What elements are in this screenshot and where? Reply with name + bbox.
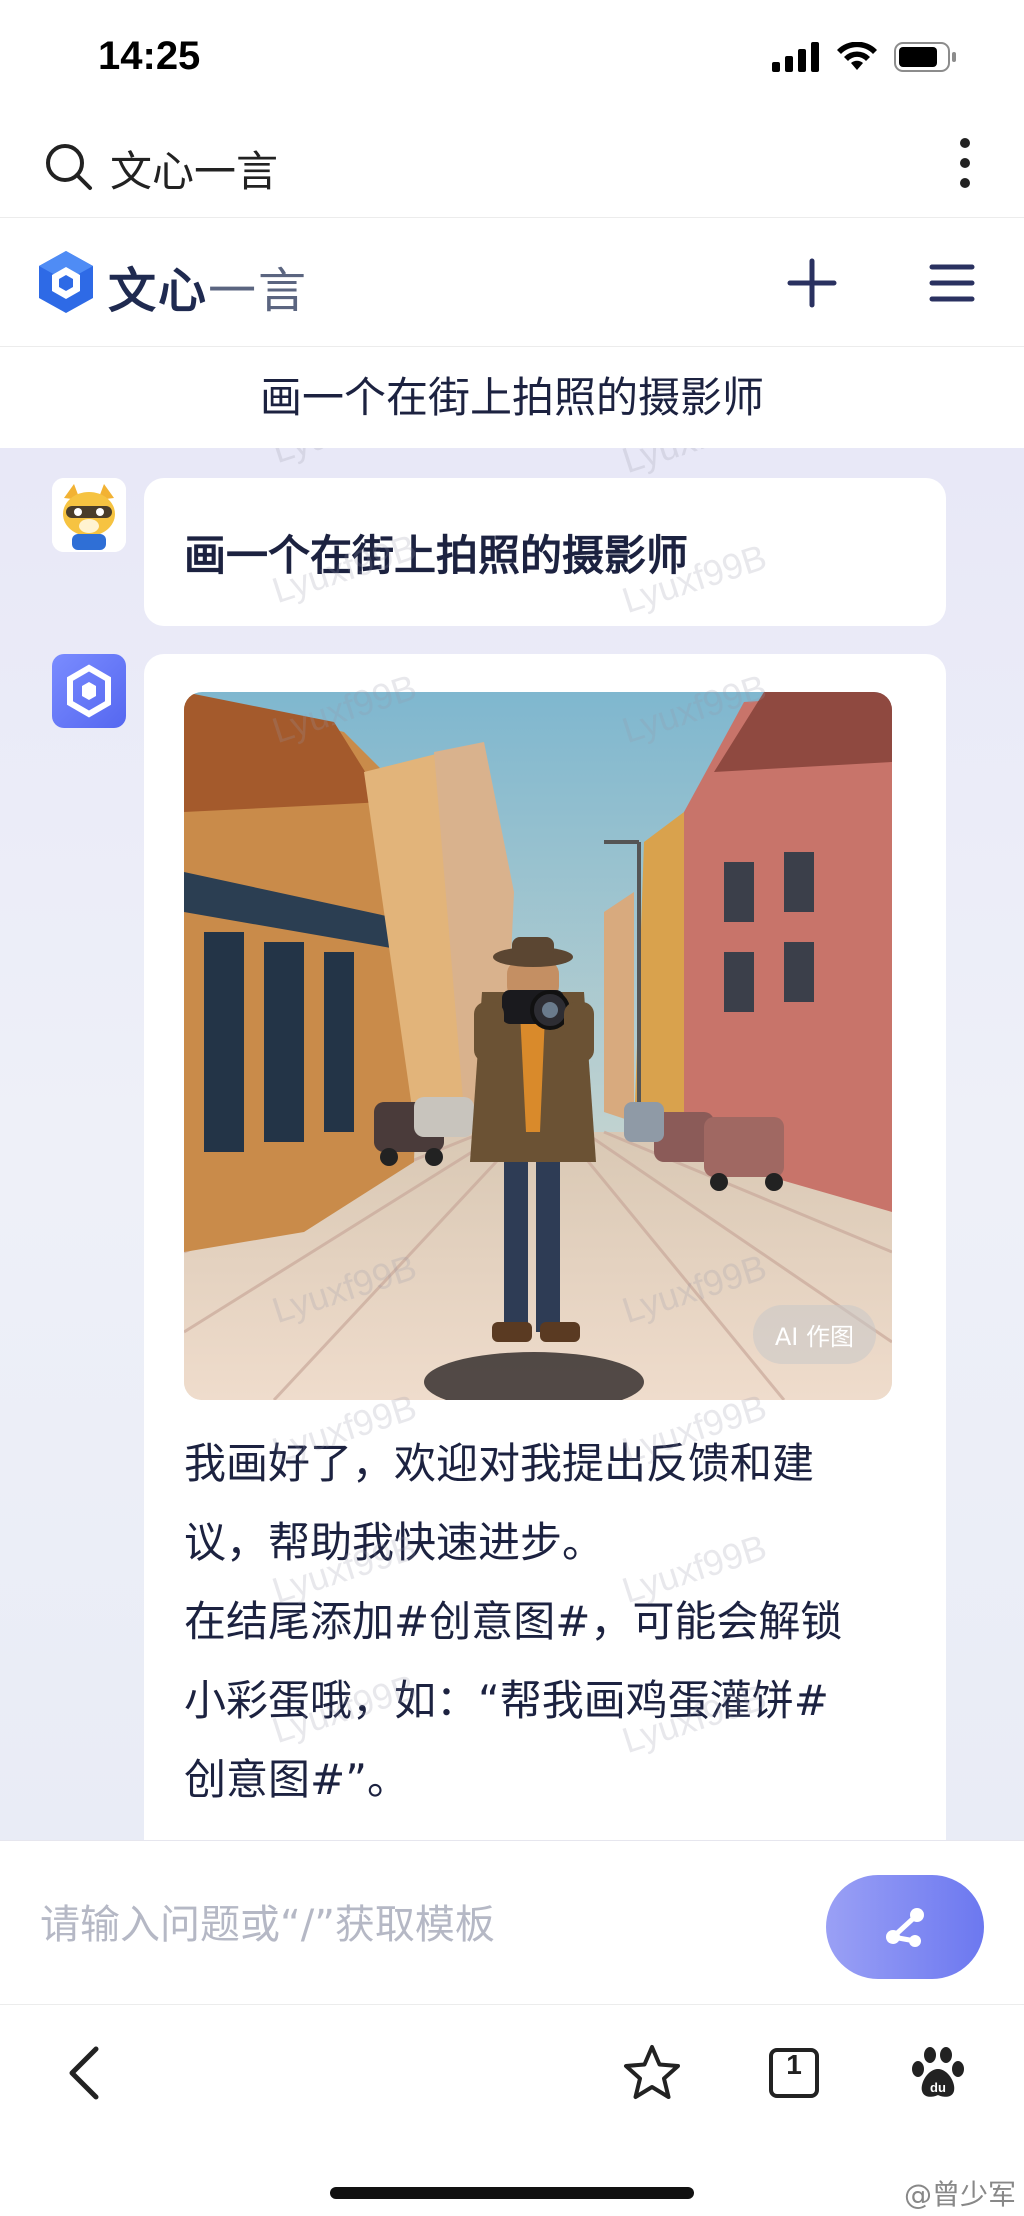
bot-message-bubble: AI 作图 我画好了，欢迎对我提出反馈和建 议，帮助我快速进步。 在结尾添加#创… xyxy=(144,654,946,1840)
status-bar: 14:25 xyxy=(0,0,1024,110)
ai-image-badge: AI 作图 xyxy=(752,1305,876,1364)
app-header: 文心一言 xyxy=(0,219,1024,347)
question-input[interactable] xyxy=(40,1897,800,1953)
menu-button[interactable] xyxy=(928,259,976,307)
battery-icon xyxy=(894,42,956,72)
logo-main-text: 文心 xyxy=(108,263,209,319)
status-icons xyxy=(772,42,958,72)
more-options-icon[interactable] xyxy=(960,138,972,190)
back-button[interactable] xyxy=(52,2041,116,2105)
baidu-button[interactable]: du xyxy=(906,2041,970,2105)
ai-generated-image[interactable]: AI 作图 xyxy=(184,692,892,1400)
wenxin-logo-icon xyxy=(39,251,93,313)
new-chat-button[interactable] xyxy=(784,255,840,311)
wenxin-bot-icon xyxy=(67,664,111,718)
chevron-left-icon xyxy=(69,2046,99,2100)
user-message-bubble: 画一个在街上拍照的摄影师 xyxy=(144,478,946,626)
photographer-street-image xyxy=(184,692,892,1400)
user-avatar xyxy=(52,478,126,552)
browser-bottom-nav: 1 du @曾少军 xyxy=(0,2004,1024,2216)
send-icon xyxy=(886,1908,924,1947)
browser-search-bar[interactable]: 文心一言 xyxy=(0,110,1024,218)
weibo-watermark: @曾少军 xyxy=(903,2178,1016,2211)
tabs-button[interactable]: 1 xyxy=(762,2041,826,2105)
watermark-text: Lyuxf99B xyxy=(267,448,421,472)
search-icon xyxy=(46,144,92,190)
user-message-text: 画一个在街上拍照的摄影师 xyxy=(184,531,689,580)
reply-line: 创意图#”。 xyxy=(184,1755,409,1804)
tab-count: 1 xyxy=(786,2049,802,2080)
status-time: 14:25 xyxy=(98,34,201,78)
bot-avatar xyxy=(52,654,126,728)
search-query-text[interactable]: 文心一言 xyxy=(110,138,278,199)
home-indicator xyxy=(330,2187,694,2199)
logo-sub-text: 一言 xyxy=(208,263,309,319)
bookmark-button[interactable] xyxy=(620,2041,684,2105)
input-bar xyxy=(0,1840,1024,2004)
conversation-title: 画一个在街上拍照的摄影师 xyxy=(0,348,1024,448)
reply-line: 我画好了，欢迎对我提出反馈和建 xyxy=(184,1439,815,1488)
reply-line: 在结尾添加#创意图#，可能会解锁 xyxy=(184,1597,843,1646)
star-icon xyxy=(624,2045,680,2099)
raccoon-avatar-icon xyxy=(52,478,126,552)
wifi-icon xyxy=(837,42,877,70)
signal-icon xyxy=(772,42,819,72)
watermark-text: Lyuxf99B xyxy=(617,448,771,482)
baidu-paw-icon: du xyxy=(912,2047,964,2097)
send-button[interactable] xyxy=(826,1875,984,1979)
reply-line: 议，帮助我快速进步。 xyxy=(184,1518,605,1567)
svg-text:du: du xyxy=(930,2080,946,2095)
reply-line: 小彩蛋哦，如：“帮我画鸡蛋灌饼# xyxy=(184,1676,829,1725)
chat-area[interactable]: 画一个在街上拍照的摄影师 AI 作图 我画好了，欢迎对我提出反馈和建 议，帮助我… xyxy=(0,448,1024,1840)
app-logo-text: 文心一言 xyxy=(108,251,308,321)
bot-reply-text: 我画好了，欢迎对我提出反馈和建 议，帮助我快速进步。 在结尾添加#创意图#，可能… xyxy=(184,1424,904,1819)
